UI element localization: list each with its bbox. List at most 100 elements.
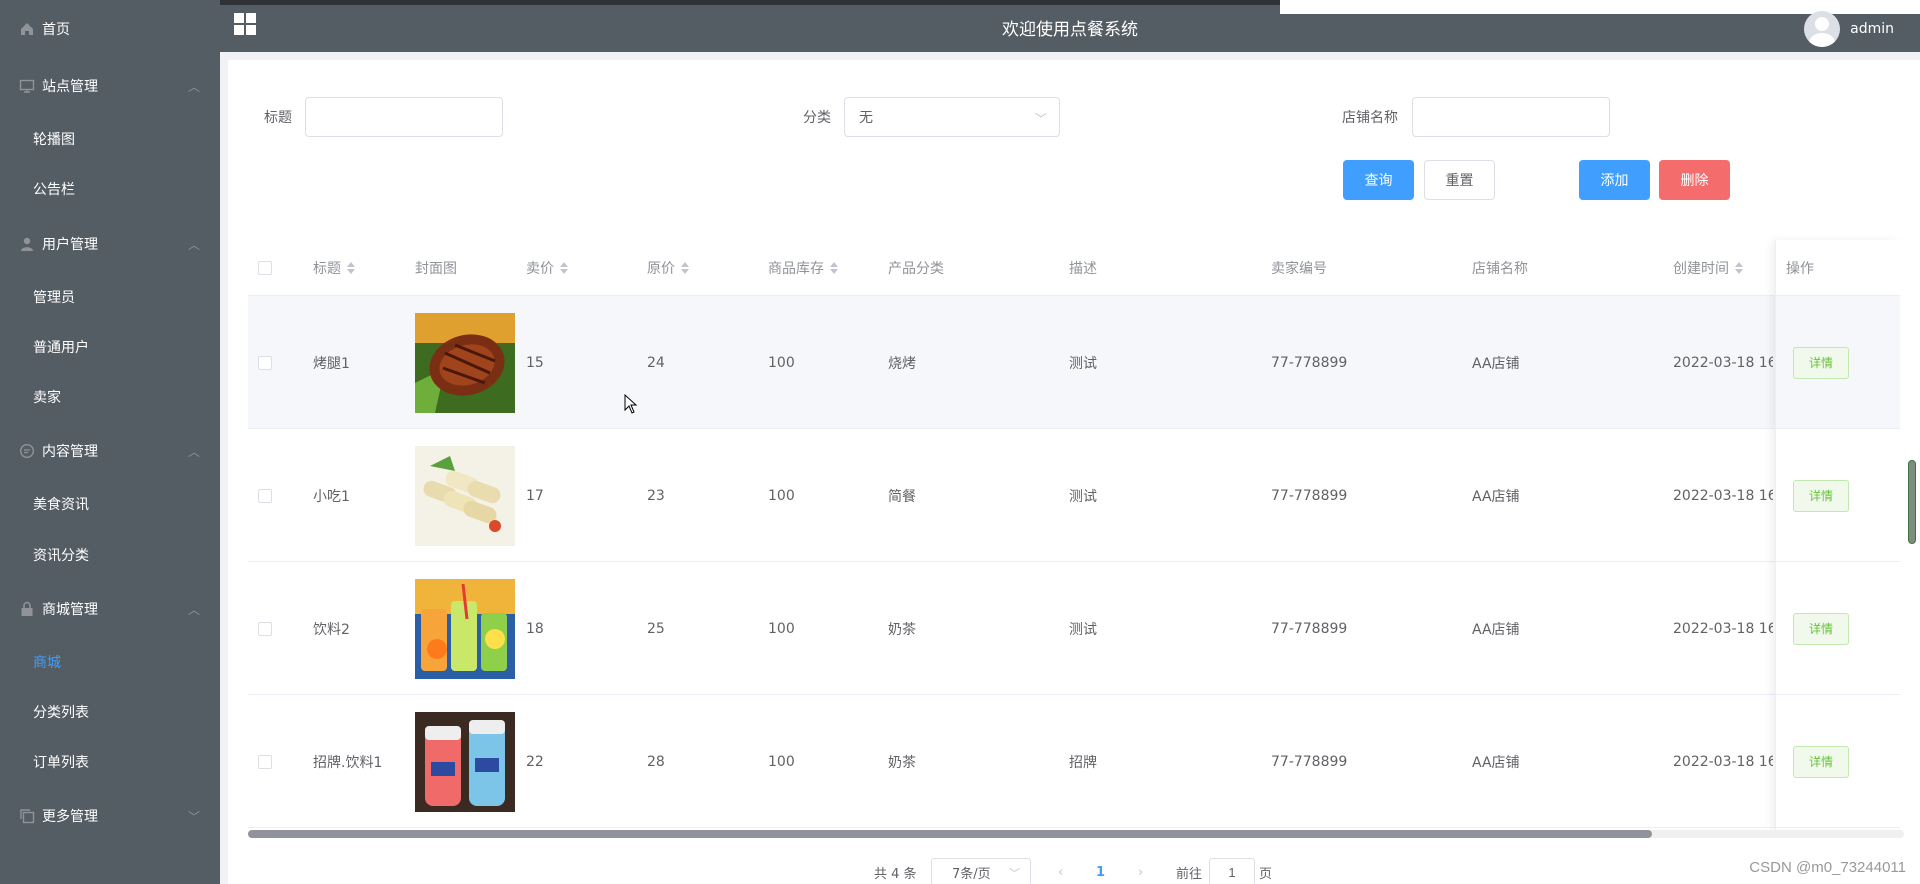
row-select-cell (258, 429, 272, 562)
prev-page-icon[interactable]: ‹ (1058, 856, 1063, 884)
sidebar-item-news-category[interactable]: 资讯分类 (0, 530, 220, 580)
col-original-price[interactable]: 原价 (647, 240, 689, 296)
cell-price: 22 (526, 753, 544, 770)
cell-shop-name: AA店铺 (1472, 355, 1520, 372)
category-filter-value: 无 (859, 110, 873, 126)
detail-button[interactable]: 详情 (1793, 346, 1849, 379)
row-checkbox[interactable] (258, 488, 272, 503)
category-filter-label: 分类 (803, 110, 831, 126)
sort-icon[interactable] (1735, 261, 1743, 275)
row-select-cell (258, 562, 272, 695)
page-size-select[interactable]: 7条/页 ﹀ (931, 858, 1031, 884)
detail-button[interactable]: 详情 (1793, 479, 1849, 512)
menu-group-content[interactable]: 内容管理 ︿ (0, 426, 220, 476)
col-description: 描述 (1069, 240, 1097, 296)
sidebar-item-admins[interactable]: 管理员 (0, 272, 220, 322)
col-cover-label: 封面图 (415, 261, 457, 277)
cover-image[interactable] (415, 578, 515, 679)
cell-seller-id: 77-778899 (1271, 354, 1348, 371)
menu-group-users[interactable]: 用户管理 ︿ (0, 219, 220, 269)
table-row: 饮料2 18 25 100 奶茶 测试 77-778899 AA店铺 2022-… (248, 562, 1900, 695)
sort-icon[interactable] (830, 261, 838, 275)
avatar[interactable] (1804, 11, 1841, 47)
sort-icon[interactable] (681, 261, 689, 275)
menu-group-mall[interactable]: 商城管理 ︿ (0, 584, 220, 634)
menu-group-more-label: 更多管理 (42, 809, 98, 825)
select-all-checkbox[interactable] (258, 261, 272, 275)
menu-group-more[interactable]: 更多管理 ﹀ (0, 791, 220, 841)
cell-created-time: 2022-03-18 16:1 (1673, 354, 1773, 371)
main-content: 标题 分类 无 ﹀ 店铺名称 查询 重置 添加 删除 标题 封面图 卖价 原价 … (228, 60, 1920, 884)
cell-description: 测试 (1069, 488, 1097, 505)
horizontal-scrollbar-thumb[interactable] (248, 830, 1652, 838)
col-price[interactable]: 卖价 (526, 240, 568, 296)
col-seller-id: 卖家编号 (1271, 240, 1327, 296)
vertical-scrollbar-thumb[interactable] (1908, 460, 1916, 544)
col-price-label: 卖价 (526, 261, 554, 277)
page-size-value: 7条/页 (952, 866, 991, 882)
sidebar-item-mall[interactable]: 商城 (0, 637, 220, 687)
delete-button[interactable]: 删除 (1659, 160, 1730, 200)
row-checkbox[interactable] (258, 355, 272, 370)
chevron-up-icon: ︿ (187, 445, 200, 459)
chevron-up-icon: ︿ (187, 238, 200, 252)
cell-seller-id: 77-778899 (1271, 620, 1348, 637)
goto-suffix: 页 (1259, 866, 1273, 882)
sidebar-item-category-list[interactable]: 分类列表 (0, 687, 220, 737)
cell-shop-name: AA店铺 (1472, 621, 1520, 638)
watermark: CSDN @m0_73244011 (1749, 859, 1906, 876)
menu-home[interactable]: 首页 (0, 4, 220, 54)
title-filter-input[interactable] (305, 97, 503, 137)
cover-image[interactable] (415, 445, 515, 546)
row-select-cell (258, 695, 272, 828)
cell-category: 奶茶 (888, 621, 916, 638)
cell-seller-id: 77-778899 (1271, 753, 1348, 770)
reset-button[interactable]: 重置 (1424, 160, 1495, 200)
col-created-time[interactable]: 创建时间 (1673, 240, 1743, 296)
goto-page-input[interactable] (1209, 858, 1255, 884)
sidebar-item-order-list[interactable]: 订单列表 (0, 737, 220, 787)
add-button[interactable]: 添加 (1579, 160, 1650, 200)
sidebar-item-users[interactable]: 普通用户 (0, 322, 220, 372)
user-menu[interactable]: admin (1804, 11, 1894, 47)
goto-prefix: 前往 (1176, 866, 1203, 882)
cover-image[interactable] (415, 711, 515, 812)
cell-original-price: 25 (647, 620, 665, 637)
cell-original-price: 28 (647, 753, 665, 770)
col-title-label: 标题 (313, 261, 341, 277)
sort-icon[interactable] (347, 261, 355, 275)
cell-cover (415, 695, 515, 828)
page-number-current[interactable]: 1 (1096, 856, 1105, 884)
sidebar-item-food-news[interactable]: 美食资讯 (0, 479, 220, 529)
sidebar-item-carousel[interactable]: 轮播图 (0, 114, 220, 164)
col-created-time-label: 创建时间 (1673, 261, 1729, 277)
detail-button[interactable]: 详情 (1793, 745, 1849, 778)
menu-home-label: 首页 (42, 22, 70, 38)
cell-actions: 详情 (1793, 296, 1849, 429)
cell-cover (415, 429, 515, 562)
row-checkbox[interactable] (258, 754, 272, 769)
col-title[interactable]: 标题 (313, 240, 355, 296)
shop-filter-input[interactable] (1412, 97, 1610, 137)
next-page-icon[interactable]: › (1138, 856, 1143, 884)
cell-category: 烧烤 (888, 355, 916, 372)
cell-title: 饮料2 (313, 621, 350, 638)
col-actions: 操作 (1786, 240, 1814, 296)
horizontal-scrollbar[interactable] (248, 830, 1904, 838)
category-filter-select[interactable]: 无 ﹀ (844, 97, 1060, 137)
cover-image[interactable] (415, 312, 515, 413)
cell-actions: 详情 (1793, 695, 1849, 828)
cell-category: 奶茶 (888, 754, 916, 771)
menu-group-site[interactable]: 站点管理 ︿ (0, 61, 220, 111)
sidebar-item-sellers[interactable]: 卖家 (0, 372, 220, 422)
query-button[interactable]: 查询 (1343, 160, 1414, 200)
table-row: 招牌.饮料1 22 28 100 奶茶 招牌 77-778899 AA店铺 20… (248, 695, 1900, 828)
detail-button[interactable]: 详情 (1793, 612, 1849, 645)
cell-stock: 100 (768, 354, 795, 371)
sort-icon[interactable] (560, 261, 568, 275)
sidebar-item-notice[interactable]: 公告栏 (0, 164, 220, 214)
col-stock[interactable]: 商品库存 (768, 240, 838, 296)
username: admin (1850, 21, 1894, 37)
row-checkbox[interactable] (258, 621, 272, 636)
col-stock-label: 商品库存 (768, 261, 824, 277)
